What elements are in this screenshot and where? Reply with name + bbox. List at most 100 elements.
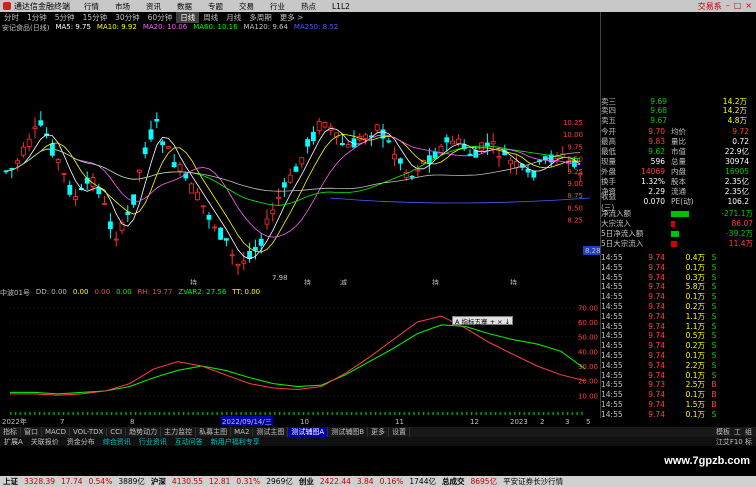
volume-tick [269, 412, 271, 415]
volume-tick [144, 412, 146, 415]
extension-tab[interactable]: 综合资讯 [99, 437, 135, 447]
period-tab[interactable]: 5分钟 [51, 12, 79, 23]
indicator-tab[interactable]: 指标 [0, 427, 21, 437]
period-tab[interactable]: 日线 [176, 12, 200, 23]
menu-item-hotspots[interactable]: 热点 [293, 1, 324, 12]
period-tab[interactable]: 更多 > [276, 12, 308, 23]
price-axis-label: 8.50 [567, 204, 583, 212]
extension-tab[interactable]: 关联报价 [27, 437, 63, 447]
volume-tick [437, 412, 439, 415]
template-button[interactable]: 组 [745, 427, 752, 437]
candlestick-chart[interactable]: 10.2510.009.759.509.259.008.758.508.258.… [0, 33, 600, 285]
stat-row: 外盘 14069 内盘 16905 [601, 167, 756, 177]
tick-time: 14:55 [601, 380, 623, 390]
volume-tick [528, 412, 530, 415]
period-tab[interactable]: 多周期 [245, 12, 276, 23]
menu-item-quotes[interactable]: 行情 [76, 1, 107, 12]
tick-time: 14:55 [601, 370, 623, 380]
indicator-tab[interactable]: 主力监控 [161, 427, 197, 437]
minimize-icon[interactable]: – [726, 1, 730, 12]
menu-item-trade[interactable]: 交易 [231, 1, 262, 12]
volume-tick [490, 412, 492, 415]
indicator-tab[interactable]: 测试辅图A [288, 427, 329, 437]
index-percent: 0.16% [379, 477, 404, 486]
indicator-tab[interactable]: VOL-TDX [70, 428, 108, 436]
volume-tick [566, 412, 569, 415]
extension-tab[interactable]: 新用户福利专享 [207, 437, 264, 447]
index-name[interactable]: 上证 [0, 476, 21, 487]
flow-row: 大宗流入 86.07 [601, 219, 756, 229]
candle [189, 182, 195, 194]
period-tab[interactable]: 15分钟 [79, 12, 112, 23]
volume-tick [230, 412, 233, 415]
volume-tick [331, 412, 334, 415]
stat-value: 1.32% [641, 177, 665, 186]
tick-direction: S [711, 272, 717, 282]
extension-tab[interactable]: 资金分布 [63, 437, 99, 447]
index-amount: 2969亿 [266, 477, 293, 486]
template-button[interactable]: 模板 [716, 427, 730, 437]
close-icon[interactable]: × [745, 1, 752, 12]
current-price-value: 8.28 [585, 247, 600, 255]
tick-price: 9.73 [648, 380, 665, 390]
volume-tick [336, 412, 338, 415]
period-tab[interactable]: 60分钟 [144, 12, 177, 23]
stat-value: 0.070 [643, 197, 665, 206]
volume-tick [547, 412, 550, 415]
index-name[interactable]: 沪深 [148, 476, 169, 487]
date-axis: 2022年 7 8 2022/09/14/三 10 11 12 2023 2 3 5 [0, 416, 600, 426]
period-tab[interactable]: 1分钟 [23, 12, 51, 23]
maximize-icon[interactable]: □ [734, 1, 742, 12]
indicator-tab[interactable]: 私募主图 [196, 427, 232, 437]
menu-item-l1l2[interactable]: L1L2 [324, 2, 358, 11]
tick-direction: S [711, 282, 717, 292]
template-button[interactable]: 工 [734, 427, 741, 437]
menu-item-industry[interactable]: 行业 [262, 1, 293, 12]
signal-label: 持 [304, 278, 311, 285]
volume-tick [427, 412, 430, 415]
volume-tick [206, 412, 209, 415]
period-tab[interactable]: 月线 [222, 12, 245, 23]
menu-item-topics[interactable]: 专题 [200, 1, 231, 12]
menu-item-news[interactable]: 资讯 [138, 1, 169, 12]
extension-tab[interactable]: 扩展A [0, 437, 27, 447]
volume-tick [77, 412, 79, 415]
tick-direction: B [711, 380, 717, 390]
extension-tab[interactable]: 互动问答 [171, 437, 207, 447]
tick-price: 9.74 [648, 409, 665, 419]
period-tab[interactable]: 周线 [199, 12, 222, 23]
tick-price: 9.74 [648, 351, 665, 360]
extension-tab[interactable]: 行业资讯 [135, 437, 171, 447]
period-tab[interactable]: 30分钟 [111, 12, 144, 23]
period-tab[interactable]: 分时 [0, 12, 23, 23]
indicator-tab[interactable]: 测试辅图B [328, 427, 369, 437]
indicator-tab[interactable]: 测试主图 [253, 427, 289, 437]
volume-tick [485, 412, 487, 415]
indicator-tooltip[interactable]: A 指标五寨 + × ↓ [452, 316, 514, 326]
indicator-tab[interactable]: 更多 [368, 427, 390, 437]
indicator-tab[interactable]: MA2 [231, 428, 254, 436]
volume-tick [413, 412, 415, 415]
index-amount: 1744亿 [409, 477, 436, 486]
index-name[interactable]: 总成交 [439, 476, 468, 487]
volume-tick [557, 412, 559, 415]
indicator-tab[interactable]: 趋势动力 [126, 427, 162, 437]
indicator-tab[interactable]: 窗口 [21, 427, 42, 437]
indicator-legend-item: RH: 19.77 [137, 288, 173, 296]
indicator-tab[interactable]: CCI [107, 428, 127, 436]
volume-tick [446, 412, 449, 415]
indicator-tab[interactable]: 设置 [389, 427, 411, 437]
index-amount: 3889亿 [118, 477, 145, 486]
f10-link[interactable]: 江艾F10 标 [716, 437, 756, 447]
low-price-marker: 7.98 [272, 274, 288, 282]
trade-system-button[interactable]: 交易系 [698, 1, 722, 12]
indicator-tab[interactable]: MACD [42, 428, 70, 436]
quote-panel: 卖三 9.69 14.2万 卖四 9.68 14.2万 卖五 9.67 4.8万 今开 9.70 均价… [600, 12, 756, 419]
index-value: 2422.44 [319, 477, 351, 486]
stat-row: 换手 1.32% 股本 2.35亿 [601, 177, 756, 187]
date-label: 2022年 [2, 417, 27, 426]
volume-tick [432, 412, 434, 415]
index-name[interactable]: 创业 [296, 476, 317, 487]
menu-item-data[interactable]: 数据 [169, 1, 200, 12]
menu-item-market[interactable]: 市场 [107, 1, 138, 12]
